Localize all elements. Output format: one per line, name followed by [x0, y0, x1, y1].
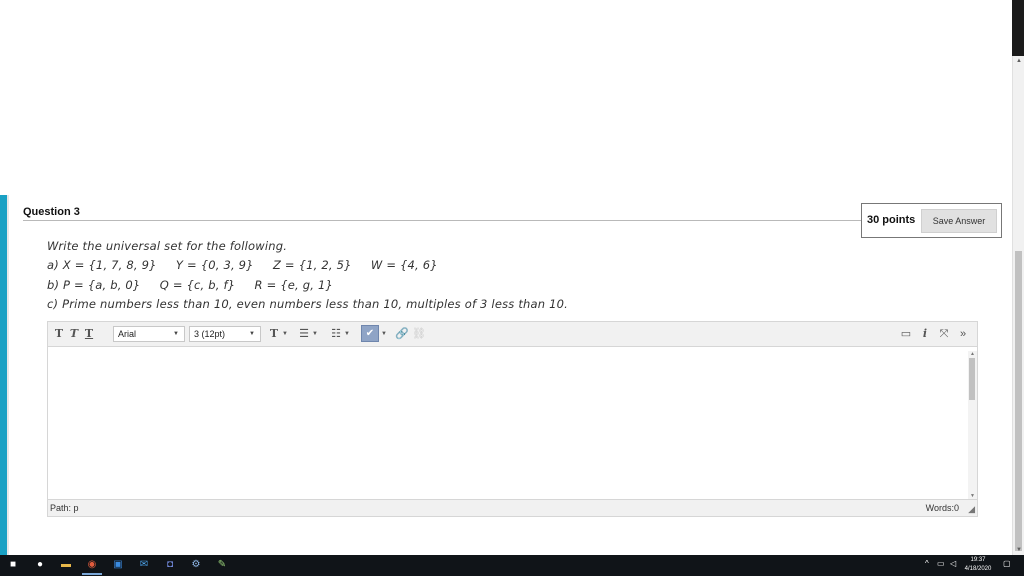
font-family-value: Arial — [118, 329, 137, 339]
answer-editor: T T T Arial ▼ 3 (12pt) ▼ T ▼ ☰ ▼ ☷ ▼ ✔ ▼… — [47, 321, 978, 517]
mail-icon[interactable]: ✉ — [137, 558, 151, 572]
left-accent-shadow — [7, 195, 9, 555]
window-corner — [1012, 0, 1024, 56]
font-family-select[interactable]: Arial ▼ — [113, 326, 185, 342]
windows-start-icon[interactable]: ■ — [6, 558, 20, 572]
question-line-c: c) Prime numbers less than 10, even numb… — [47, 296, 569, 311]
resize-handle-icon[interactable]: ◢ — [968, 504, 975, 515]
text-color-icon[interactable]: T — [267, 326, 281, 342]
search-icon[interactable]: ● — [33, 558, 47, 572]
file-explorer-icon[interactable]: ▬ — [59, 558, 73, 572]
editor-scroll-thumb[interactable] — [969, 358, 975, 400]
question-title: Question 3 — [23, 206, 80, 218]
clock[interactable]: 19:37 4/18/2020 — [958, 556, 998, 574]
page-scroll-thumb[interactable] — [1015, 251, 1022, 551]
bold-icon[interactable]: T — [52, 326, 66, 342]
clock-time: 19:37 — [970, 557, 986, 563]
left-accent-bar — [0, 195, 7, 555]
clock-date: 4/18/2020 — [964, 566, 992, 572]
unlink-icon[interactable]: ⛓ — [412, 326, 426, 342]
editor-toolbar: T T T Arial ▼ 3 (12pt) ▼ T ▼ ☰ ▼ ☷ ▼ ✔ ▼… — [48, 322, 977, 347]
chevron-down-icon[interactable]: ▼ — [380, 326, 388, 342]
question-text: Write the universal set for the followin… — [47, 237, 568, 314]
discord-icon[interactable]: ◘ — [163, 558, 177, 572]
font-size-select[interactable]: 3 (12pt) ▼ — [189, 326, 261, 342]
points-box: 30 points Save Answer — [861, 203, 1002, 238]
preview-icon[interactable]: ▭ — [899, 326, 913, 342]
question-line-b: b) P = {a, b, 0} Q = {c, b, f} R = {e, g… — [47, 277, 334, 292]
italic-icon[interactable]: T — [67, 326, 81, 342]
chevron-down-icon: ▼ — [249, 331, 255, 337]
taskbar: ■ ● ▬ ◉ ▣ ✉ ◘ ⚙ ✎ ^ ▭ ◁ 19:37 4/18/2020 … — [0, 555, 1024, 576]
spellcheck-icon[interactable]: ✔ — [361, 325, 379, 342]
fullscreen-icon[interactable]: ⤧ — [937, 326, 951, 342]
chevron-up-icon[interactable]: ^ — [925, 559, 929, 568]
bullet-list-icon[interactable]: ☰ — [297, 326, 311, 342]
editor-text-area[interactable] — [48, 347, 977, 498]
volume-icon[interactable]: ◁ — [950, 559, 956, 568]
save-answer-button[interactable]: Save Answer — [921, 209, 997, 233]
editor-scrollbar[interactable]: ▲ ▼ — [968, 351, 977, 499]
font-size-value: 3 (12pt) — [194, 329, 226, 339]
info-icon[interactable]: i — [918, 326, 932, 342]
scroll-down-icon[interactable]: ▼ — [1016, 547, 1022, 553]
outlook-icon[interactable]: ▣ — [111, 558, 125, 572]
network-icon[interactable]: ▭ — [937, 559, 945, 568]
link-icon[interactable]: 🔗 — [395, 326, 409, 342]
chevron-down-icon: ▼ — [173, 331, 179, 337]
paint-icon[interactable]: ✎ — [215, 558, 229, 572]
expand-icon[interactable]: » — [956, 326, 970, 342]
underline-icon[interactable]: T — [82, 326, 96, 342]
question-line-a: a) X = {1, 7, 8, 9} Y = {0, 3, 9} Z = {1… — [47, 258, 438, 273]
points-label: 30 points — [867, 214, 916, 226]
notifications-icon[interactable]: ▢ — [1003, 559, 1011, 568]
title-divider — [23, 220, 863, 221]
page: ▲ ▼ Question 3 30 points Save Answer Wri… — [0, 0, 1024, 576]
question-line-intro: Write the universal set for the followin… — [47, 239, 288, 253]
path-label: Path: p — [50, 503, 79, 513]
chrome-icon[interactable]: ◉ — [82, 558, 102, 575]
word-count: Words:0 — [925, 503, 959, 513]
scroll-up-icon[interactable]: ▲ — [1016, 58, 1022, 64]
chevron-down-icon[interactable]: ▼ — [281, 326, 289, 342]
numbered-list-icon[interactable]: ☷ — [329, 326, 343, 342]
page-scrollbar[interactable]: ▲ ▼ — [1012, 56, 1024, 555]
editor-statusbar: Path: p Words:0 ◢ — [48, 499, 977, 516]
scroll-up-icon[interactable]: ▲ — [970, 351, 975, 357]
chevron-down-icon[interactable]: ▼ — [343, 326, 351, 342]
settings-icon[interactable]: ⚙ — [189, 558, 203, 572]
chevron-down-icon[interactable]: ▼ — [311, 326, 319, 342]
